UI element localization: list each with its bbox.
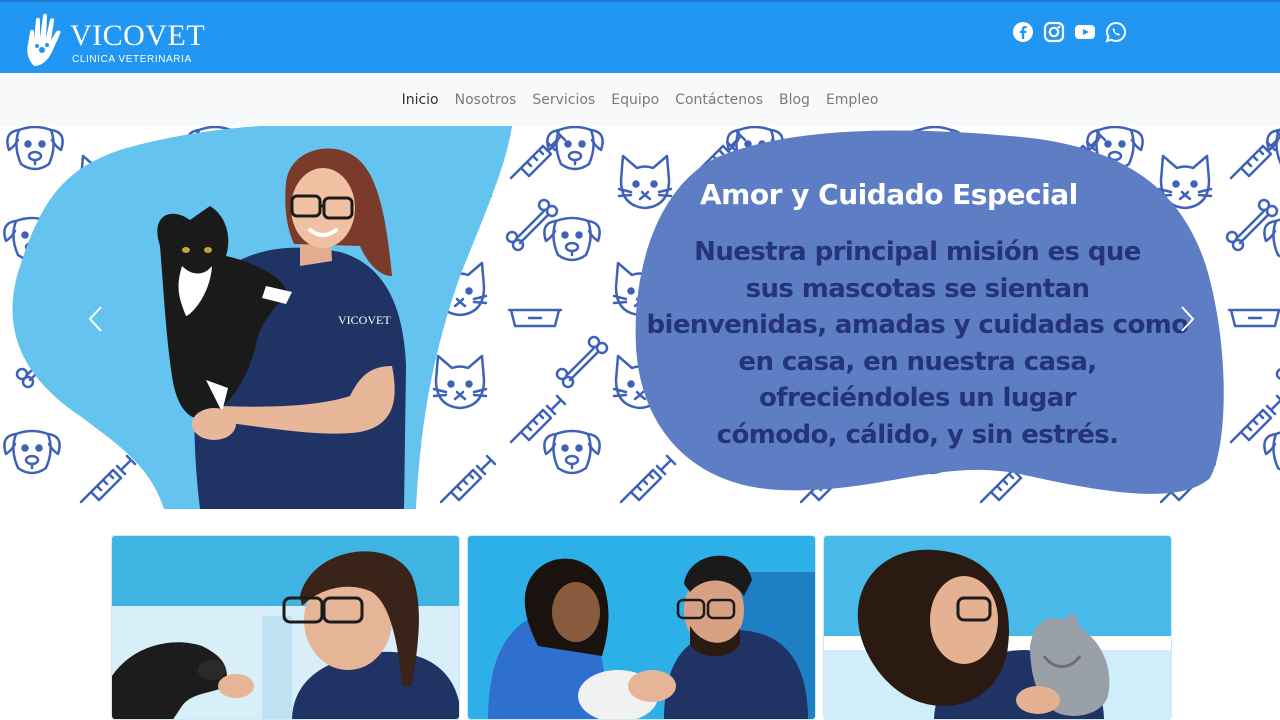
brand-name: VICOVET: [70, 19, 206, 52]
card-photo-dog[interactable]: [111, 535, 460, 720]
brand-logo[interactable]: VICOVET CLINICA VETERINARIA: [20, 10, 210, 68]
main-navbar: Inicio Nosotros Servicios Equipo Contáct…: [0, 73, 1280, 126]
whatsapp-icon[interactable]: [1105, 21, 1127, 43]
hero-mission-text: Nuestra principal misión es que sus masc…: [640, 234, 1195, 453]
nav-item-servicios[interactable]: Servicios: [532, 92, 595, 108]
card-photo-cat[interactable]: [823, 535, 1172, 720]
hero-line-2: sus mascotas se sientan: [745, 273, 1090, 304]
nav-item-empleo[interactable]: Empleo: [826, 92, 878, 108]
social-links: [1012, 21, 1127, 43]
nav-item-blog[interactable]: Blog: [779, 92, 810, 108]
nav-item-contactenos[interactable]: Contáctenos: [675, 92, 763, 108]
hero-carousel: VICOVET Amor y Cuidado Especial Nuestra …: [0, 126, 1280, 509]
hero-line-6: cómodo, cálido, y sin estrés.: [716, 419, 1119, 450]
nav-item-equipo[interactable]: Equipo: [611, 92, 659, 108]
youtube-icon[interactable]: [1074, 21, 1096, 43]
instagram-icon[interactable]: [1043, 21, 1065, 43]
hero-title: Amor y Cuidado Especial: [700, 178, 1078, 211]
hero-line-5: ofreciéndoles un lugar: [759, 383, 1077, 413]
team-photo-cards: [111, 535, 1172, 720]
hero-line-1: Nuestra principal misión es que: [694, 237, 1141, 267]
brand-subtitle: CLINICA VETERINARIA: [72, 54, 192, 65]
card-photo-exam[interactable]: [467, 535, 816, 720]
facebook-icon[interactable]: [1012, 21, 1034, 43]
hero-line-3: bienvenidas, amadas y cuidadas como: [646, 310, 1190, 340]
nav-item-nosotros[interactable]: Nosotros: [455, 92, 517, 108]
nav-menu: Inicio Nosotros Servicios Equipo Contáct…: [0, 73, 1280, 126]
hero-line-4: en casa, en nuestra casa,: [738, 346, 1097, 377]
carousel-prev-arrow-icon[interactable]: [86, 304, 106, 334]
carousel-next-arrow-icon[interactable]: [1177, 304, 1197, 334]
hand-paw-icon: [27, 13, 61, 66]
nav-item-inicio[interactable]: Inicio: [402, 92, 439, 108]
top-header: VICOVET CLINICA VETERINARIA: [0, 0, 1280, 73]
